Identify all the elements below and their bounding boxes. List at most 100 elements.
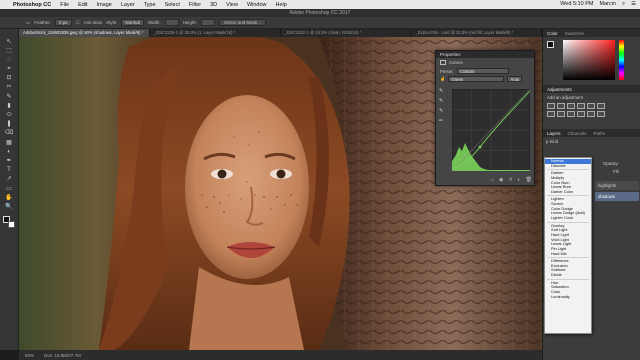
menu-list-icon[interactable]: ☰	[631, 1, 636, 8]
menu-file[interactable]: File	[60, 2, 69, 8]
trash-icon[interactable]: 🗑	[526, 177, 532, 183]
tool-icon[interactable]: ▮	[4, 102, 15, 109]
blend-mode-item[interactable]: Lighter Color	[545, 215, 591, 221]
tool-icon[interactable]: ↖	[4, 38, 15, 45]
tool-icon[interactable]: ⌖	[4, 66, 15, 73]
hue-slider[interactable]	[619, 40, 624, 80]
menu-layer[interactable]: Layer	[121, 2, 135, 8]
adjustment-icon[interactable]	[547, 103, 555, 109]
visibility-icon[interactable]: ◐	[518, 177, 521, 183]
blend-mode-item[interactable]: Darker Color	[545, 189, 591, 195]
curves-graph[interactable]	[452, 89, 530, 171]
toolbar: ↖ ⬚ ◌ ⌖ ⊡ ✂ ✎ ▮ ⬭ ❚ ⌫ ▦ ◐ ✒ T ↗ ▭ ✋ 🔍	[0, 29, 19, 350]
tool-icon[interactable]: ◐	[4, 148, 15, 155]
adjustment-icon[interactable]	[547, 111, 555, 117]
eyedropper-gray-icon[interactable]: ✎	[439, 98, 448, 104]
tool-icon[interactable]: 🔍	[4, 203, 15, 210]
tab-channels[interactable]: Channels	[568, 131, 587, 136]
menu-image[interactable]: Image	[97, 2, 112, 8]
opacity-label: Opacity:	[603, 161, 619, 166]
channel-select[interactable]: Green	[448, 76, 505, 82]
adjustment-icon[interactable]	[577, 111, 585, 117]
search-icon[interactable]: ⌕	[622, 1, 625, 8]
height-input[interactable]	[200, 19, 215, 26]
menu-help[interactable]: Help	[276, 2, 287, 8]
adjustment-icon[interactable]	[567, 111, 575, 117]
tab-document-4[interactable]: _DLBA4746 - Lind @ 33.3% (red fill, Laye…	[411, 29, 542, 37]
tool-icon[interactable]: ⊡	[4, 75, 15, 82]
tool-icon[interactable]: ✋	[4, 194, 15, 201]
tool-icon[interactable]: ⬭	[4, 112, 15, 119]
auto-button[interactable]: Auto	[507, 76, 523, 82]
tab-paths[interactable]: Paths	[594, 131, 606, 136]
menu-filter[interactable]: Filter	[189, 2, 201, 8]
tool-icon[interactable]: ↗	[4, 176, 15, 183]
adjustment-icon[interactable]	[597, 103, 605, 109]
eyedropper-white-icon[interactable]: ✎	[439, 108, 448, 114]
marquee-options-icon[interactable]: ▭	[26, 20, 30, 26]
properties-title[interactable]: Properties	[436, 51, 534, 58]
tab-document-2[interactable]: _DSC2226-1 @ 33.3% (1, Layer Mask/16) *	[150, 29, 281, 37]
menu-3d[interactable]: 3D	[210, 2, 217, 8]
tab-adjustments[interactable]: Adjustments	[547, 87, 572, 92]
background-color[interactable]	[8, 220, 15, 228]
menu-view[interactable]: View	[226, 2, 238, 8]
adjustment-icon[interactable]	[557, 103, 565, 109]
adjustment-icon[interactable]	[587, 111, 595, 117]
curve-point[interactable]	[478, 145, 482, 149]
tab-swatches[interactable]: Swatches	[565, 31, 585, 36]
antialias-checkbox[interactable]: ☐	[76, 20, 80, 26]
adjustment-icon[interactable]	[567, 103, 575, 109]
adjustment-icon[interactable]	[597, 111, 605, 117]
color-picker[interactable]	[543, 37, 640, 85]
layer-row-shadows[interactable]: shadows	[595, 192, 639, 201]
adjustment-icon[interactable]	[557, 111, 565, 117]
blend-mode-item[interactable]: Hard Mix	[545, 251, 591, 257]
tab-layers[interactable]: Layers	[547, 131, 561, 136]
tool-icon[interactable]: ▦	[4, 139, 15, 146]
menu-app[interactable]: Photoshop CC	[13, 2, 51, 8]
tool-icon[interactable]: ✎	[4, 93, 15, 100]
preset-select[interactable]: Custom	[456, 68, 509, 74]
preset-label: Preset:	[440, 68, 454, 74]
blend-mode-item[interactable]: Divide	[545, 272, 591, 278]
style-select[interactable]: Normal	[121, 19, 144, 26]
layer-filter-kind[interactable]: p Kind	[546, 139, 558, 144]
tab-document-1[interactable]: AdobeStock_118602636.jpeg @ 50% (shadows…	[19, 29, 150, 37]
tool-icon[interactable]: T	[4, 167, 15, 174]
pencil-curve-icon[interactable]: ✏	[439, 118, 448, 124]
eyedropper-black-icon[interactable]: ✎	[439, 88, 448, 94]
tool-icon[interactable]: ❚	[4, 121, 15, 128]
width-input[interactable]	[164, 19, 179, 26]
menu-select[interactable]: Select	[165, 2, 180, 8]
tool-icon[interactable]: ⌫	[4, 130, 15, 137]
layer-row-highlights[interactable]: highlights	[595, 181, 639, 190]
tool-icon[interactable]: ◌	[4, 56, 15, 63]
reset-icon[interactable]: ↺	[508, 177, 512, 183]
zoom-level[interactable]: 50%	[25, 353, 34, 358]
menu-type[interactable]: Type	[144, 2, 156, 8]
color-swatches[interactable]	[3, 215, 15, 228]
adjustment-icon[interactable]	[577, 103, 585, 109]
adjustment-icon[interactable]	[587, 103, 595, 109]
blend-mode-item[interactable]: Luminosity	[545, 294, 591, 300]
feather-input[interactable]: 0 px	[55, 19, 72, 26]
tab-color[interactable]: Color	[547, 31, 558, 36]
tool-icon[interactable]: ⬚	[4, 47, 15, 54]
user-name[interactable]: Marcin	[599, 1, 616, 8]
tool-icon[interactable]: ▭	[4, 185, 15, 192]
tool-icon[interactable]: ✂	[4, 84, 15, 91]
clip-icon[interactable]: ⌂	[491, 177, 494, 183]
eye-icon[interactable]: ◉	[499, 177, 503, 183]
tab-document-3[interactable]: _DSC2342-1 @ 24.2% (clean, RGB/16) *	[281, 29, 412, 37]
menu-edit[interactable]: Edit	[78, 2, 87, 8]
doc-size[interactable]: Doc: 19.9M/37.7M	[44, 353, 81, 358]
color-field[interactable]	[563, 40, 615, 80]
tool-icon[interactable]: ✒	[4, 157, 15, 164]
hand-icon[interactable]: ☝	[440, 76, 445, 82]
foreground-chip[interactable]	[547, 41, 554, 48]
blend-mode-item[interactable]: Dissolve	[545, 163, 591, 169]
menu-window[interactable]: Window	[247, 2, 267, 8]
adjustments-panel: Add an adjustment	[543, 93, 640, 129]
select-and-mask-button[interactable]: Select and Mask...	[218, 19, 266, 26]
